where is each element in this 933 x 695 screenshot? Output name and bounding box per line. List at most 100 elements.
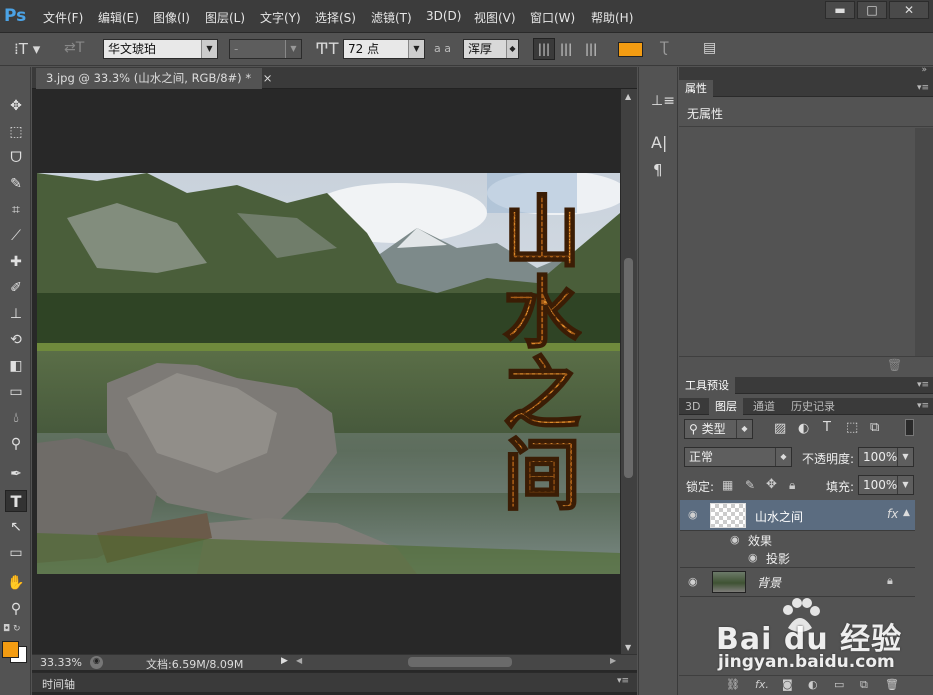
properties-scrollbar[interactable] [915, 128, 933, 356]
default-colors-icon[interactable]: ◘ ↻ [3, 624, 21, 634]
eyedropper-tool-icon[interactable]: ⟋ [5, 225, 27, 247]
eraser-tool-icon[interactable]: ◧ [5, 355, 27, 377]
expand-effects-icon[interactable]: ▲ [903, 508, 910, 518]
blur-tool-icon[interactable]: 💧︎ [5, 407, 27, 429]
paragraph-icon[interactable]: ¶ [653, 161, 663, 179]
hand-tool-icon[interactable]: ✋ [5, 572, 27, 594]
history-brush-icon[interactable]: ⟲ [5, 329, 27, 351]
properties-tab[interactable]: 属性 [679, 80, 713, 97]
lock-all-icon[interactable]: 🔒︎ [789, 478, 795, 493]
new-group-icon[interactable]: ▭ [834, 678, 844, 691]
menu-filter[interactable]: 滤镜(T) [371, 9, 412, 26]
clone-stamp-icon[interactable]: ⊥ [5, 303, 27, 325]
antialias-select[interactable]: 浑厚 ◆ [463, 39, 519, 59]
tool-presets-icon[interactable]: ⊥≡ [651, 93, 675, 109]
text-layer-vertical[interactable]: 山 水 之 间 [502, 187, 583, 522]
delete-layer-icon[interactable]: 🗑︎ [885, 678, 899, 691]
rectangle-tool-icon[interactable]: ▭ [5, 542, 27, 564]
layer-name[interactable]: 背景 [757, 574, 781, 591]
foreground-color-swatch[interactable] [2, 641, 19, 658]
visibility-eye-icon[interactable]: ◉ [730, 534, 744, 545]
align-right-icon[interactable]: ||| [585, 42, 597, 56]
crop-tool-icon[interactable]: ⌗ [5, 199, 27, 221]
close-button[interactable]: ✕ [889, 1, 929, 19]
dodge-tool-icon[interactable]: ⚲ [5, 433, 27, 455]
filter-pixel-icon[interactable]: ▨ [774, 421, 786, 436]
visibility-eye-icon[interactable]: ◉ [688, 509, 702, 520]
zoom-tool-icon[interactable]: ⚲ [5, 598, 27, 620]
align-center-icon[interactable]: ||| [560, 42, 572, 56]
lasso-tool-icon[interactable]: ᗜ [5, 147, 27, 169]
path-selection-icon[interactable]: ↖ [5, 516, 27, 538]
tab-layers[interactable]: 图层 [709, 398, 743, 415]
quick-select-tool-icon[interactable]: ✎ [5, 173, 27, 195]
document-canvas[interactable]: 山 水 之 间 [37, 173, 620, 574]
menu-select[interactable]: 选择(S) [315, 9, 356, 26]
layer-name[interactable]: 山水之间 [755, 508, 803, 525]
lock-position-icon[interactable]: ✥ [766, 477, 777, 492]
filter-type-icon[interactable]: T [823, 420, 831, 435]
close-tab-icon[interactable]: × [263, 71, 273, 85]
add-layer-style-icon[interactable]: fx. [755, 678, 769, 691]
character-icon[interactable]: A| [651, 133, 667, 152]
opacity-input[interactable]: 100% ▼ [858, 447, 914, 467]
move-tool-icon[interactable]: ✥ [5, 95, 27, 117]
layer-row-text[interactable]: ◉ 山水之间 fx ▲ [680, 500, 915, 531]
filter-shape-icon[interactable]: ⬚ [846, 420, 858, 435]
layer-effects-row[interactable]: ◉ 效果 [680, 530, 915, 549]
gradient-tool-icon[interactable]: ▭ [5, 381, 27, 403]
brush-tool-icon[interactable]: ✐ [5, 277, 27, 299]
character-panel-icon[interactable]: ▤ [703, 40, 716, 56]
tool-presets-tab[interactable]: 工具预设 [679, 377, 735, 394]
menu-file[interactable]: 文件(F) [43, 9, 83, 26]
toggle-text-orientation-icon[interactable]: ⇄T [64, 40, 84, 56]
scroll-up-icon[interactable]: ▲ [625, 92, 631, 101]
marquee-tool-icon[interactable]: ⬚ [5, 121, 27, 143]
document-tab[interactable]: 3.jpg @ 33.3% (山水之间, RGB/8#) * × [36, 68, 272, 89]
fx-icon[interactable]: fx [887, 507, 898, 521]
panel-menu-icon[interactable]: ▾≡ [917, 377, 929, 393]
tab-3d[interactable]: 3D [679, 398, 706, 415]
text-color-swatch[interactable] [618, 42, 643, 57]
warp-text-icon[interactable]: Ʈ [660, 40, 669, 56]
font-family-select[interactable]: 华文琥珀 ▼ [103, 39, 218, 59]
filter-adjustment-icon[interactable]: ◐ [798, 421, 809, 436]
menu-layer[interactable]: 图层(L) [205, 9, 245, 26]
filter-smart-object-icon[interactable]: ⧉ [870, 420, 879, 435]
visibility-eye-icon[interactable]: ◉ [688, 576, 702, 587]
menu-edit[interactable]: 编辑(E) [98, 9, 139, 26]
fill-input[interactable]: 100% ▼ [858, 475, 914, 495]
add-mask-icon[interactable]: ◙ [782, 678, 793, 691]
menu-window[interactable]: 窗口(W) [530, 9, 575, 26]
scroll-down-icon[interactable]: ▼ [625, 643, 631, 652]
healing-brush-icon[interactable]: ✚ [5, 251, 27, 273]
layer-row-background[interactable]: ◉ 背景 🔒︎ [680, 567, 915, 597]
trash-icon[interactable]: 🗑︎ [887, 358, 902, 372]
adjustment-layer-icon[interactable]: ◐ [808, 678, 818, 691]
menu-3d[interactable]: 3D(D) [426, 9, 461, 23]
scroll-right-icon[interactable]: ▶ [610, 656, 616, 665]
text-tool-preset-icon[interactable]: ⁞T ▾ [14, 40, 40, 58]
font-style-select[interactable]: - ▼ [229, 39, 302, 59]
menu-image[interactable]: 图像(I) [153, 9, 190, 26]
link-layers-icon[interactable]: ⛓︎ [726, 678, 740, 691]
horizontal-scrollbar-thumb[interactable] [408, 657, 512, 667]
lock-transparent-icon[interactable]: ▦ [722, 478, 733, 492]
collapse-icon[interactable]: » [921, 65, 927, 75]
panel-menu-icon[interactable]: ▾≡ [917, 80, 929, 96]
lock-pixels-icon[interactable]: ✎ [745, 478, 755, 492]
scroll-left-icon[interactable]: ◀ [296, 656, 302, 665]
visibility-eye-icon[interactable]: ◉ [748, 552, 762, 563]
blend-mode-select[interactable]: 正常 ◆ [684, 447, 792, 467]
scrollbar-thumb[interactable] [624, 258, 633, 478]
align-left-icon[interactable]: ||| [533, 38, 555, 60]
status-share-icon[interactable]: ◉ [90, 656, 103, 669]
timeline-panel-bar[interactable]: 时间轴 ▾≡ [32, 672, 637, 692]
maximize-button[interactable]: □ [857, 1, 887, 19]
zoom-level[interactable]: 33.33% [40, 656, 82, 669]
menu-type[interactable]: 文字(Y) [260, 9, 301, 26]
panel-menu-icon[interactable]: ▾≡ [617, 676, 629, 686]
tab-channels[interactable]: 通道 [747, 398, 781, 415]
minimize-button[interactable]: ▬ [825, 1, 855, 19]
filter-toggle-switch[interactable] [905, 419, 914, 436]
